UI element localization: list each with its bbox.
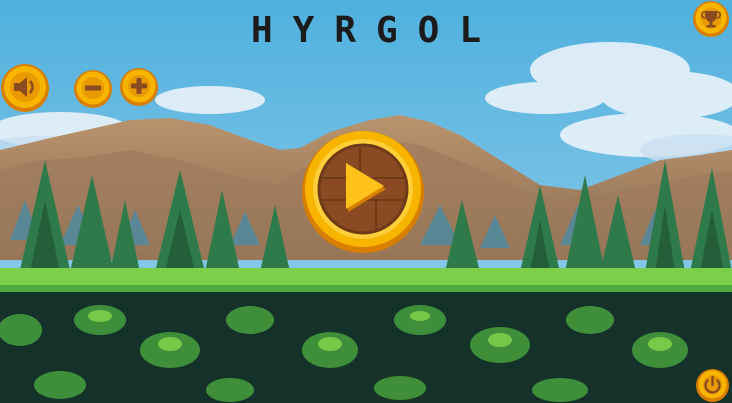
minus-icon bbox=[74, 70, 112, 108]
zoom-in-button[interactable] bbox=[119, 67, 159, 107]
play-icon bbox=[302, 131, 424, 253]
sound-button[interactable] bbox=[0, 63, 50, 113]
plus-icon bbox=[120, 68, 158, 106]
game-stage: HYRGOL bbox=[0, 0, 732, 403]
zoom-out-button[interactable] bbox=[73, 69, 113, 109]
play-button[interactable] bbox=[300, 128, 426, 254]
power-button[interactable] bbox=[695, 368, 730, 403]
power-icon bbox=[696, 369, 729, 402]
game-title: HYRGOL bbox=[250, 10, 502, 51]
trophy-icon bbox=[693, 1, 729, 37]
leaderboard-button[interactable] bbox=[692, 0, 730, 38]
speaker-icon bbox=[1, 64, 49, 112]
